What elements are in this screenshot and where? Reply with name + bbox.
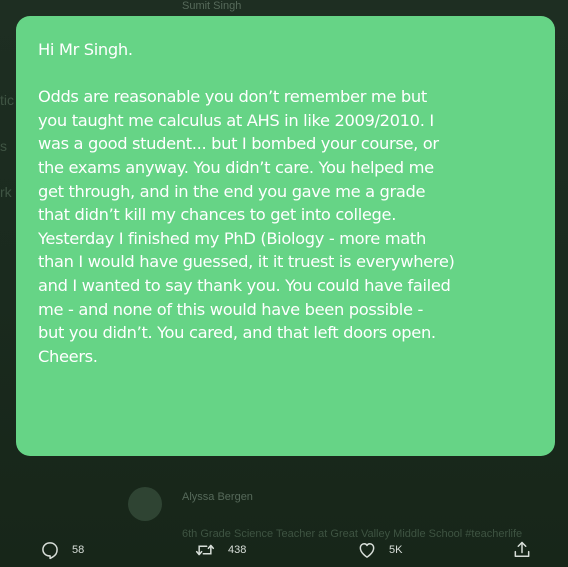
background-author-name[interactable]: Alyssa Bergen (182, 491, 253, 503)
retweet-icon (194, 540, 216, 560)
heart-icon (357, 540, 377, 560)
note-image[interactable]: Hi Mr Singh. Odds are reasonable you don… (16, 16, 555, 456)
reply-button[interactable]: 58 (40, 540, 84, 560)
background-side-text: s (0, 138, 7, 154)
share-icon (512, 540, 532, 560)
retweet-button[interactable]: 438 (194, 540, 246, 560)
like-button[interactable]: 5K (357, 540, 402, 560)
background-author-name: Sumit Singh (182, 0, 242, 12)
note-body: Odds are reasonable you don’t remember m… (38, 87, 455, 366)
background-side-text: tic (0, 92, 14, 108)
reply-icon (40, 540, 60, 560)
avatar[interactable] (128, 487, 162, 521)
share-button[interactable] (512, 540, 532, 560)
background-side-text: rk (0, 184, 12, 200)
reply-count: 58 (72, 544, 85, 556)
retweet-count: 438 (228, 544, 247, 556)
like-count: 5K (389, 544, 403, 556)
note-greeting: Hi Mr Singh. (38, 40, 133, 59)
tweet-view: Sumit Singh tic s rk Alyssa Bergen 6th G… (0, 0, 568, 567)
tweet-action-bar: 58 438 5K (0, 536, 568, 567)
